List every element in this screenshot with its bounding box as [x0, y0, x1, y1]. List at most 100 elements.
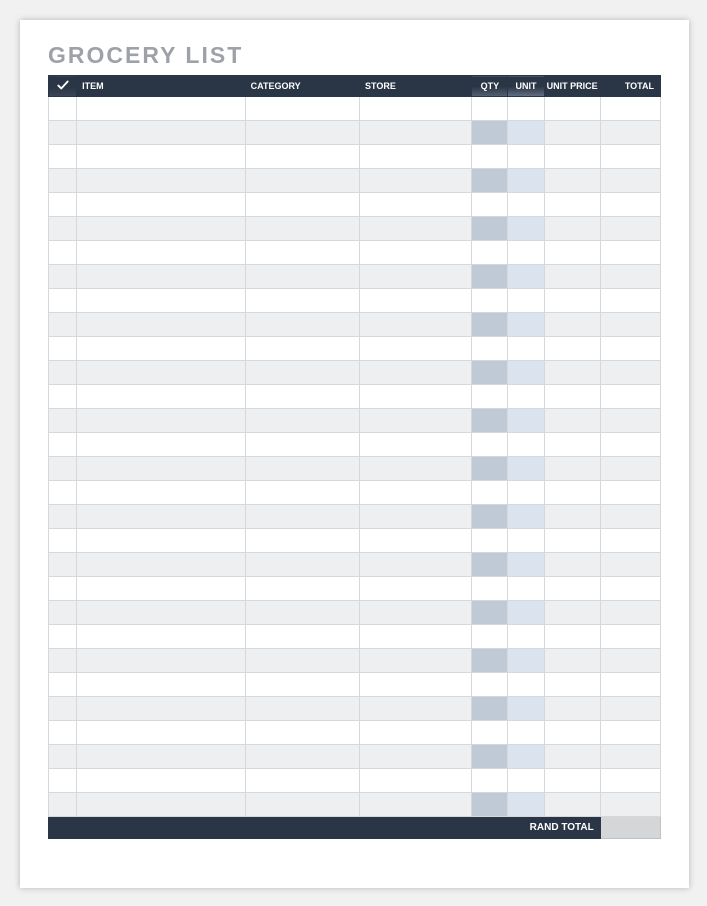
- cell-unit-price[interactable]: [544, 145, 600, 169]
- cell-category[interactable]: [245, 337, 359, 361]
- cell-store[interactable]: [359, 745, 471, 769]
- cell-category[interactable]: [245, 673, 359, 697]
- cell-total[interactable]: [600, 505, 660, 529]
- cell-item[interactable]: [77, 409, 246, 433]
- cell-unit[interactable]: [508, 457, 544, 481]
- cell-category[interactable]: [245, 361, 359, 385]
- cell-qty[interactable]: [472, 481, 508, 505]
- cell-total[interactable]: [600, 625, 660, 649]
- cell-total[interactable]: [600, 529, 660, 553]
- cell-check[interactable]: [49, 481, 77, 505]
- cell-unit-price[interactable]: [544, 337, 600, 361]
- cell-total[interactable]: [600, 385, 660, 409]
- cell-unit-price[interactable]: [544, 649, 600, 673]
- cell-unit[interactable]: [508, 721, 544, 745]
- cell-qty[interactable]: [472, 97, 508, 121]
- cell-qty[interactable]: [472, 409, 508, 433]
- cell-store[interactable]: [359, 169, 471, 193]
- cell-qty[interactable]: [472, 601, 508, 625]
- cell-item[interactable]: [77, 457, 246, 481]
- cell-store[interactable]: [359, 289, 471, 313]
- cell-unit[interactable]: [508, 409, 544, 433]
- cell-check[interactable]: [49, 745, 77, 769]
- cell-store[interactable]: [359, 433, 471, 457]
- cell-unit-price[interactable]: [544, 721, 600, 745]
- cell-category[interactable]: [245, 265, 359, 289]
- cell-check[interactable]: [49, 673, 77, 697]
- cell-total[interactable]: [600, 457, 660, 481]
- cell-unit-price[interactable]: [544, 673, 600, 697]
- cell-total[interactable]: [600, 217, 660, 241]
- cell-unit-price[interactable]: [544, 577, 600, 601]
- cell-category[interactable]: [245, 601, 359, 625]
- cell-unit[interactable]: [508, 769, 544, 793]
- cell-item[interactable]: [77, 649, 246, 673]
- cell-check[interactable]: [49, 625, 77, 649]
- cell-qty[interactable]: [472, 793, 508, 817]
- cell-unit[interactable]: [508, 361, 544, 385]
- cell-category[interactable]: [245, 97, 359, 121]
- cell-qty[interactable]: [472, 529, 508, 553]
- cell-item[interactable]: [77, 601, 246, 625]
- cell-qty[interactable]: [472, 457, 508, 481]
- cell-check[interactable]: [49, 529, 77, 553]
- cell-item[interactable]: [77, 385, 246, 409]
- cell-qty[interactable]: [472, 505, 508, 529]
- cell-unit[interactable]: [508, 433, 544, 457]
- cell-item[interactable]: [77, 193, 246, 217]
- cell-item[interactable]: [77, 145, 246, 169]
- cell-store[interactable]: [359, 337, 471, 361]
- cell-unit-price[interactable]: [544, 361, 600, 385]
- cell-check[interactable]: [49, 97, 77, 121]
- cell-unit[interactable]: [508, 217, 544, 241]
- cell-item[interactable]: [77, 625, 246, 649]
- cell-unit[interactable]: [508, 145, 544, 169]
- cell-category[interactable]: [245, 553, 359, 577]
- cell-store[interactable]: [359, 265, 471, 289]
- cell-total[interactable]: [600, 313, 660, 337]
- cell-item[interactable]: [77, 313, 246, 337]
- cell-unit[interactable]: [508, 313, 544, 337]
- cell-check[interactable]: [49, 457, 77, 481]
- cell-category[interactable]: [245, 697, 359, 721]
- cell-category[interactable]: [245, 217, 359, 241]
- cell-unit[interactable]: [508, 481, 544, 505]
- cell-total[interactable]: [600, 601, 660, 625]
- cell-item[interactable]: [77, 745, 246, 769]
- cell-item[interactable]: [77, 529, 246, 553]
- cell-category[interactable]: [245, 457, 359, 481]
- cell-item[interactable]: [77, 97, 246, 121]
- cell-store[interactable]: [359, 505, 471, 529]
- cell-qty[interactable]: [472, 313, 508, 337]
- cell-check[interactable]: [49, 361, 77, 385]
- cell-total[interactable]: [600, 745, 660, 769]
- cell-total[interactable]: [600, 481, 660, 505]
- cell-qty[interactable]: [472, 385, 508, 409]
- cell-unit-price[interactable]: [544, 409, 600, 433]
- cell-qty[interactable]: [472, 673, 508, 697]
- cell-unit-price[interactable]: [544, 385, 600, 409]
- cell-qty[interactable]: [472, 649, 508, 673]
- cell-category[interactable]: [245, 649, 359, 673]
- cell-category[interactable]: [245, 721, 359, 745]
- cell-store[interactable]: [359, 217, 471, 241]
- cell-item[interactable]: [77, 169, 246, 193]
- cell-check[interactable]: [49, 289, 77, 313]
- cell-store[interactable]: [359, 313, 471, 337]
- cell-check[interactable]: [49, 721, 77, 745]
- cell-qty[interactable]: [472, 577, 508, 601]
- cell-unit-price[interactable]: [544, 745, 600, 769]
- cell-unit[interactable]: [508, 121, 544, 145]
- cell-category[interactable]: [245, 289, 359, 313]
- cell-category[interactable]: [245, 145, 359, 169]
- cell-store[interactable]: [359, 673, 471, 697]
- cell-item[interactable]: [77, 241, 246, 265]
- cell-category[interactable]: [245, 481, 359, 505]
- cell-check[interactable]: [49, 241, 77, 265]
- cell-category[interactable]: [245, 577, 359, 601]
- cell-unit[interactable]: [508, 241, 544, 265]
- cell-unit[interactable]: [508, 97, 544, 121]
- cell-store[interactable]: [359, 385, 471, 409]
- cell-store[interactable]: [359, 577, 471, 601]
- cell-unit[interactable]: [508, 529, 544, 553]
